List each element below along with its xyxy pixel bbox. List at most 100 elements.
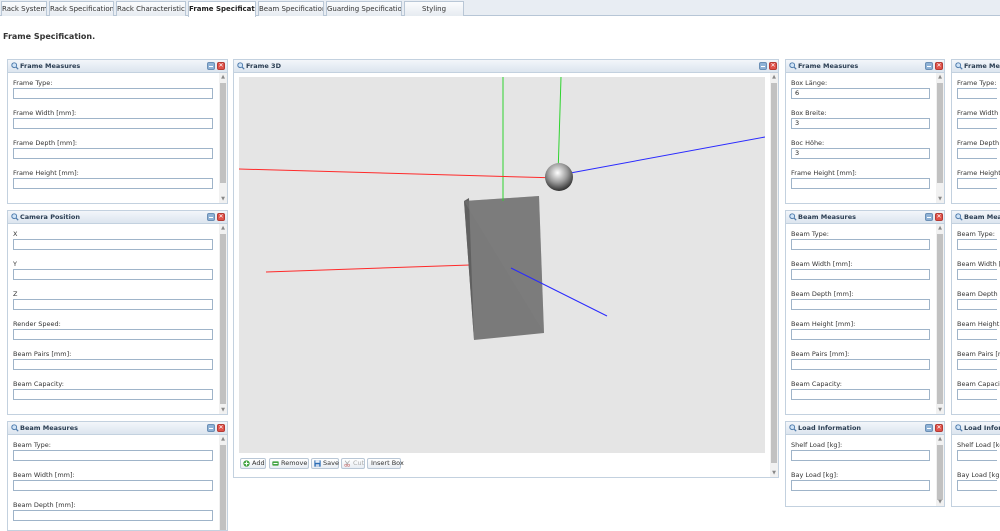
sphere-object[interactable] bbox=[545, 163, 573, 191]
scroll-thumb[interactable] bbox=[937, 83, 943, 183]
beam-type-input[interactable] bbox=[13, 450, 213, 461]
scroll-thumb[interactable] bbox=[771, 83, 777, 463]
scroll-down-icon[interactable]: ▼ bbox=[936, 498, 944, 506]
insert-box-button[interactable]: Insert Box bbox=[367, 458, 404, 469]
cut-button[interactable]: Cut bbox=[341, 458, 365, 469]
frame-type-input[interactable] bbox=[13, 88, 213, 99]
beam-width-input[interactable] bbox=[13, 480, 213, 491]
panel-header[interactable]: Beam Measu bbox=[952, 211, 1000, 224]
vertical-scrollbar[interactable]: ▲ ▼ bbox=[936, 435, 944, 506]
beam-capacity-input[interactable] bbox=[791, 389, 930, 400]
beam-pairs-input[interactable] bbox=[13, 359, 213, 370]
vertical-scrollbar[interactable]: ▲ bbox=[219, 435, 227, 530]
render-speed-input[interactable] bbox=[13, 329, 213, 340]
bay-load-input[interactable] bbox=[957, 480, 997, 491]
close-icon[interactable]: ✕ bbox=[935, 213, 943, 221]
frame-width-input[interactable] bbox=[13, 118, 213, 129]
panel-header[interactable]: Frame Measures ✕ bbox=[786, 60, 944, 73]
frame-depth-input[interactable] bbox=[957, 148, 997, 159]
panel-header[interactable]: Frame Meas bbox=[952, 60, 1000, 73]
beam-depth-input[interactable] bbox=[791, 299, 930, 310]
beam-height-input[interactable] bbox=[791, 329, 930, 340]
frame-depth-input[interactable] bbox=[13, 148, 213, 159]
minimize-icon[interactable] bbox=[207, 424, 215, 432]
beam-depth-input[interactable] bbox=[13, 510, 213, 521]
tab-beam-specification[interactable]: Beam Specification bbox=[258, 1, 324, 16]
beam-capacity-input[interactable] bbox=[957, 389, 997, 400]
add-button[interactable]: Add bbox=[240, 458, 266, 469]
scroll-down-icon[interactable]: ▼ bbox=[936, 195, 944, 203]
vertical-scrollbar[interactable]: ▲ ▼ bbox=[770, 73, 778, 477]
remove-button[interactable]: Remove bbox=[269, 458, 309, 469]
minimize-icon[interactable] bbox=[207, 62, 215, 70]
panel-header[interactable]: Beam Measures ✕ bbox=[8, 422, 227, 435]
frame-height-input[interactable] bbox=[791, 178, 930, 189]
beam-width-input[interactable] bbox=[957, 269, 997, 280]
frame-height-input[interactable] bbox=[13, 178, 213, 189]
frame-width-input[interactable] bbox=[957, 118, 997, 129]
minimize-icon[interactable] bbox=[207, 213, 215, 221]
close-icon[interactable]: ✕ bbox=[217, 213, 225, 221]
3d-viewport[interactable] bbox=[239, 77, 765, 453]
scroll-thumb[interactable] bbox=[220, 445, 226, 530]
box-hoehe-input[interactable]: 3 bbox=[791, 148, 930, 159]
scroll-up-icon[interactable]: ▲ bbox=[936, 435, 944, 443]
close-icon[interactable]: ✕ bbox=[935, 424, 943, 432]
scroll-thumb[interactable] bbox=[220, 83, 226, 183]
save-button[interactable]: Save bbox=[311, 458, 339, 469]
close-icon[interactable]: ✕ bbox=[217, 62, 225, 70]
camera-y-input[interactable] bbox=[13, 269, 213, 280]
shelf-load-input[interactable] bbox=[957, 450, 997, 461]
panel-header[interactable]: Frame 3D ✕ bbox=[234, 60, 778, 73]
scroll-up-icon[interactable]: ▲ bbox=[936, 73, 944, 81]
scroll-up-icon[interactable]: ▲ bbox=[219, 224, 227, 232]
scroll-down-icon[interactable]: ▼ bbox=[219, 406, 227, 414]
tab-rack-system[interactable]: Rack System bbox=[1, 1, 47, 16]
panel-header[interactable]: Load Informa bbox=[952, 422, 1000, 435]
beam-width-input[interactable] bbox=[791, 269, 930, 280]
camera-x-input[interactable] bbox=[13, 239, 213, 250]
box-laenge-input[interactable]: 6 bbox=[791, 88, 930, 99]
panel-header[interactable]: Camera Position ✕ bbox=[8, 211, 227, 224]
scroll-up-icon[interactable]: ▲ bbox=[219, 73, 227, 81]
beam-capacity-input[interactable] bbox=[13, 389, 213, 400]
tab-styling[interactable]: Styling bbox=[404, 1, 464, 16]
panel-header[interactable]: Load Information ✕ bbox=[786, 422, 944, 435]
shelf-load-input[interactable] bbox=[791, 450, 930, 461]
close-icon[interactable]: ✕ bbox=[217, 424, 225, 432]
scroll-up-icon[interactable]: ▲ bbox=[219, 435, 227, 443]
vertical-scrollbar[interactable]: ▲ ▼ bbox=[936, 224, 944, 414]
tab-frame-specification[interactable]: Frame Specification bbox=[188, 1, 256, 17]
frame-height-input[interactable] bbox=[957, 178, 997, 189]
scroll-up-icon[interactable]: ▲ bbox=[770, 73, 778, 81]
beam-height-input[interactable] bbox=[957, 329, 997, 340]
beam-depth-input[interactable] bbox=[957, 299, 997, 310]
panel-header[interactable]: Beam Measures ✕ bbox=[786, 211, 944, 224]
tab-rack-characteristics[interactable]: Rack Characteristics bbox=[116, 1, 186, 16]
close-icon[interactable]: ✕ bbox=[769, 62, 777, 70]
scroll-thumb[interactable] bbox=[937, 234, 943, 404]
minimize-icon[interactable] bbox=[759, 62, 767, 70]
scroll-up-icon[interactable]: ▲ bbox=[936, 224, 944, 232]
beam-pairs-input[interactable] bbox=[957, 359, 997, 370]
vertical-scrollbar[interactable]: ▲ ▼ bbox=[936, 73, 944, 203]
vertical-scrollbar[interactable]: ▲ ▼ bbox=[219, 73, 227, 203]
frame-type-input[interactable] bbox=[957, 88, 997, 99]
bay-load-input[interactable] bbox=[791, 480, 930, 491]
minimize-icon[interactable] bbox=[925, 213, 933, 221]
minimize-icon[interactable] bbox=[925, 424, 933, 432]
beam-type-input[interactable] bbox=[791, 239, 930, 250]
scroll-down-icon[interactable]: ▼ bbox=[770, 469, 778, 477]
tab-guarding-specification[interactable]: Guarding Specification bbox=[326, 1, 402, 16]
close-icon[interactable]: ✕ bbox=[935, 62, 943, 70]
box-breite-input[interactable]: 3 bbox=[791, 118, 930, 129]
scroll-down-icon[interactable]: ▼ bbox=[219, 195, 227, 203]
beam-pairs-input[interactable] bbox=[791, 359, 930, 370]
minimize-icon[interactable] bbox=[925, 62, 933, 70]
beam-type-input[interactable] bbox=[957, 239, 997, 250]
tab-rack-specification[interactable]: Rack Specification bbox=[49, 1, 114, 16]
panel-header[interactable]: Frame Measures ✕ bbox=[8, 60, 227, 73]
camera-z-input[interactable] bbox=[13, 299, 213, 310]
scroll-thumb[interactable] bbox=[937, 445, 943, 500]
vertical-scrollbar[interactable]: ▲ ▼ bbox=[219, 224, 227, 414]
